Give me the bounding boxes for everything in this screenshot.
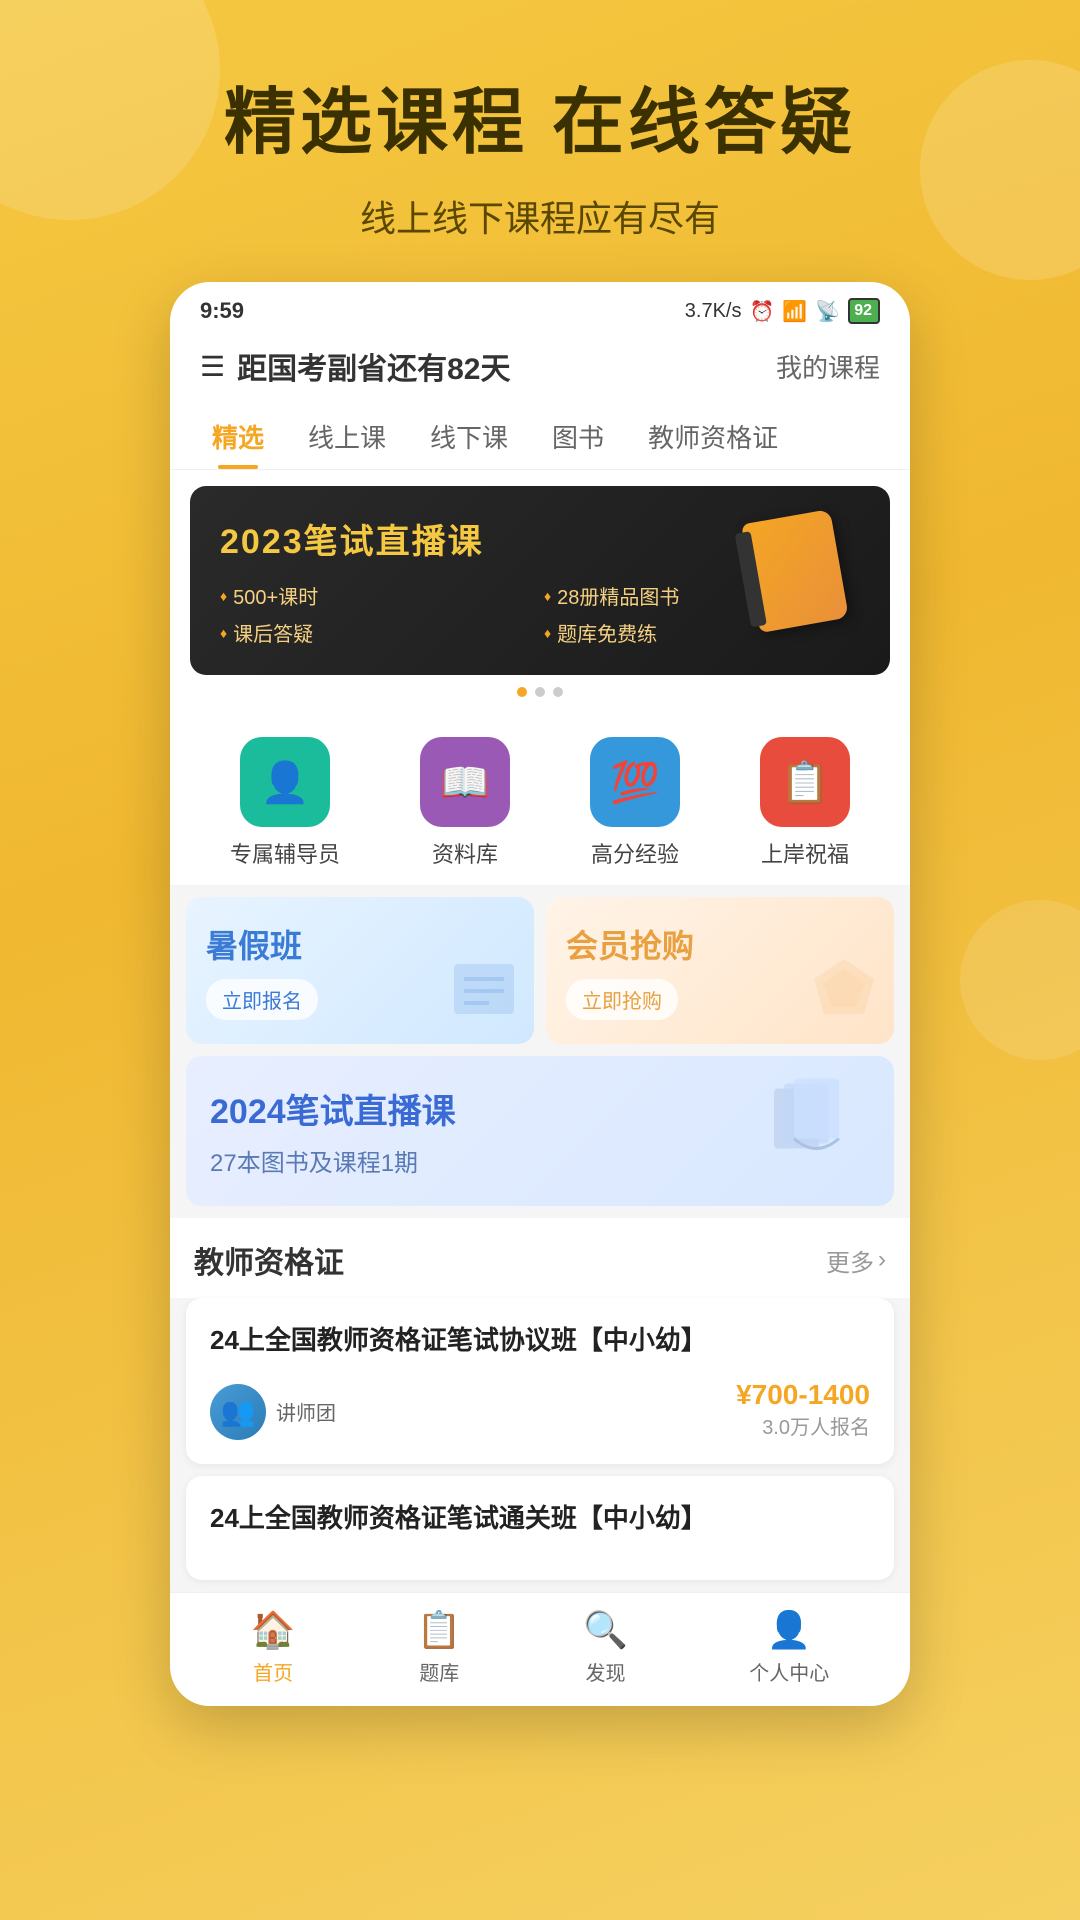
course-bottom-1: 👥 讲师团 ¥700-1400 3.0万人报名 [210, 1379, 870, 1440]
quick-icon-experience[interactable]: 💯 高分经验 [590, 737, 680, 869]
nav-discover[interactable]: 🔍 发现 [583, 1609, 628, 1686]
nav-tabs: 精选 线上课 线下课 图书 教师资格证 [170, 404, 910, 470]
my-courses-button[interactable]: 我的课程 [776, 348, 880, 385]
tab-online[interactable]: 线上课 [286, 404, 408, 469]
member-buy-button[interactable]: 立即抢购 [566, 979, 678, 1020]
banner-illustration [750, 516, 870, 646]
dot-3 [553, 687, 563, 697]
home-icon: 🏠 [251, 1609, 296, 1651]
teacher-name-1: 讲师团 [276, 1397, 336, 1426]
book-illustration [754, 1079, 874, 1184]
nav-home[interactable]: 🏠 首页 [251, 1609, 296, 1686]
speed-indicator: 3.7K/s [685, 300, 742, 323]
experience-label: 高分经验 [591, 837, 679, 869]
teacher-cert-title: 教师资格证 [194, 1238, 344, 1282]
promo-card-summer[interactable]: 暑假班 立即报名 [186, 897, 534, 1044]
phone-frame: 9:59 3.7K/s ⏰ 📶 📡 92 ☰ 距国考副省还有82天 我的课程 精… [170, 282, 910, 1706]
dot-2 [535, 687, 545, 697]
big-promo-section: 2024笔试直播课 27本图书及课程1期 [170, 1056, 910, 1218]
tab-offline[interactable]: 线下课 [408, 404, 530, 469]
summer-decoration [444, 949, 524, 1034]
member-decoration [804, 949, 884, 1034]
wifi-icon: 📡 [815, 299, 840, 324]
profile-icon: 👤 [767, 1609, 812, 1651]
blessing-label: 上岸祝福 [761, 837, 849, 869]
tab-featured[interactable]: 精选 [190, 404, 286, 469]
banner[interactable]: 2023笔试直播课 500+课时 28册精品图书 课后答疑 题库免费练 [190, 486, 890, 675]
course-card-2[interactable]: 24上全国教师资格证笔试通关班【中小幼】 [186, 1476, 894, 1580]
course-enrolls-1: 3.0万人报名 [736, 1411, 870, 1440]
banner-section: 2023笔试直播课 500+课时 28册精品图书 课后答疑 题库免费练 [170, 470, 910, 713]
quick-icon-blessing[interactable]: 📋 上岸祝福 [760, 737, 850, 869]
menu-icon[interactable]: ☰ [200, 350, 225, 383]
signal-icon: 📶 [782, 299, 807, 324]
alarm-icon: ⏰ [749, 299, 774, 324]
teacher-cert-header: 教师资格证 更多 › [170, 1218, 910, 1298]
quick-icons-section: 👤 专属辅导员 📖 资料库 💯 高分经验 📋 上岸祝福 [170, 713, 910, 885]
teacher-cert-more[interactable]: 更多 › [826, 1243, 886, 1278]
bottom-nav: 🏠 首页 📋 题库 🔍 发现 👤 个人中心 [170, 1592, 910, 1706]
promo-card-member[interactable]: 会员抢购 立即抢购 [546, 897, 894, 1044]
nav-question-bank[interactable]: 📋 题库 [417, 1609, 462, 1686]
course-info-right-1: ¥700-1400 3.0万人报名 [736, 1379, 870, 1440]
promo-section: 暑假班 立即报名 会员抢购 立即抢购 [170, 885, 910, 1056]
course-name-2: 24上全国教师资格证笔试通关班【中小幼】 [210, 1500, 870, 1536]
chevron-right-icon: › [878, 1246, 886, 1274]
header-countdown: 距国考副省还有82天 [237, 344, 510, 388]
question-bank-label: 题库 [419, 1657, 459, 1686]
experience-icon: 💯 [590, 737, 680, 827]
library-icon: 📖 [420, 737, 510, 827]
hero-subtitle: 线上线下课程应有尽有 [60, 190, 1020, 242]
course-name-1: 24上全国教师资格证笔试协议班【中小幼】 [210, 1322, 870, 1358]
summer-register-button[interactable]: 立即报名 [206, 979, 318, 1020]
quick-icon-tutor[interactable]: 👤 专属辅导员 [230, 737, 340, 869]
question-bank-icon: 📋 [417, 1609, 462, 1651]
discover-icon: 🔍 [583, 1609, 628, 1651]
status-icons: 3.7K/s ⏰ 📶 📡 92 [685, 298, 880, 324]
blessing-icon: 📋 [760, 737, 850, 827]
course-teacher-1: 👥 讲师团 [210, 1384, 336, 1440]
home-label: 首页 [253, 1657, 293, 1686]
banner-dots [190, 687, 890, 697]
nav-profile[interactable]: 👤 个人中心 [749, 1609, 829, 1686]
header-left: ☰ 距国考副省还有82天 [200, 344, 510, 388]
banner-feature-3: 课后答疑 [220, 618, 536, 647]
big-promo-card[interactable]: 2024笔试直播课 27本图书及课程1期 [186, 1056, 894, 1206]
battery-icon: 92 [848, 298, 880, 324]
status-bar: 9:59 3.7K/s ⏰ 📶 📡 92 [170, 282, 910, 332]
tutor-icon: 👤 [240, 737, 330, 827]
teacher-avatar-1: 👥 [210, 1384, 266, 1440]
course-price-1: ¥700-1400 [736, 1379, 870, 1411]
app-header: ☰ 距国考副省还有82天 我的课程 [170, 332, 910, 404]
tab-teacher-cert[interactable]: 教师资格证 [626, 404, 800, 469]
tab-books[interactable]: 图书 [530, 404, 626, 469]
status-time: 9:59 [200, 298, 244, 324]
quick-icon-library[interactable]: 📖 资料库 [420, 737, 510, 869]
dot-1 [517, 687, 527, 697]
tutor-label: 专属辅导员 [230, 837, 340, 869]
discover-label: 发现 [586, 1657, 626, 1686]
banner-feature-1: 500+课时 [220, 581, 536, 610]
profile-label: 个人中心 [749, 1657, 829, 1686]
course-card-1[interactable]: 24上全国教师资格证笔试协议班【中小幼】 👥 讲师团 ¥700-1400 3.0… [186, 1298, 894, 1463]
library-label: 资料库 [432, 837, 498, 869]
